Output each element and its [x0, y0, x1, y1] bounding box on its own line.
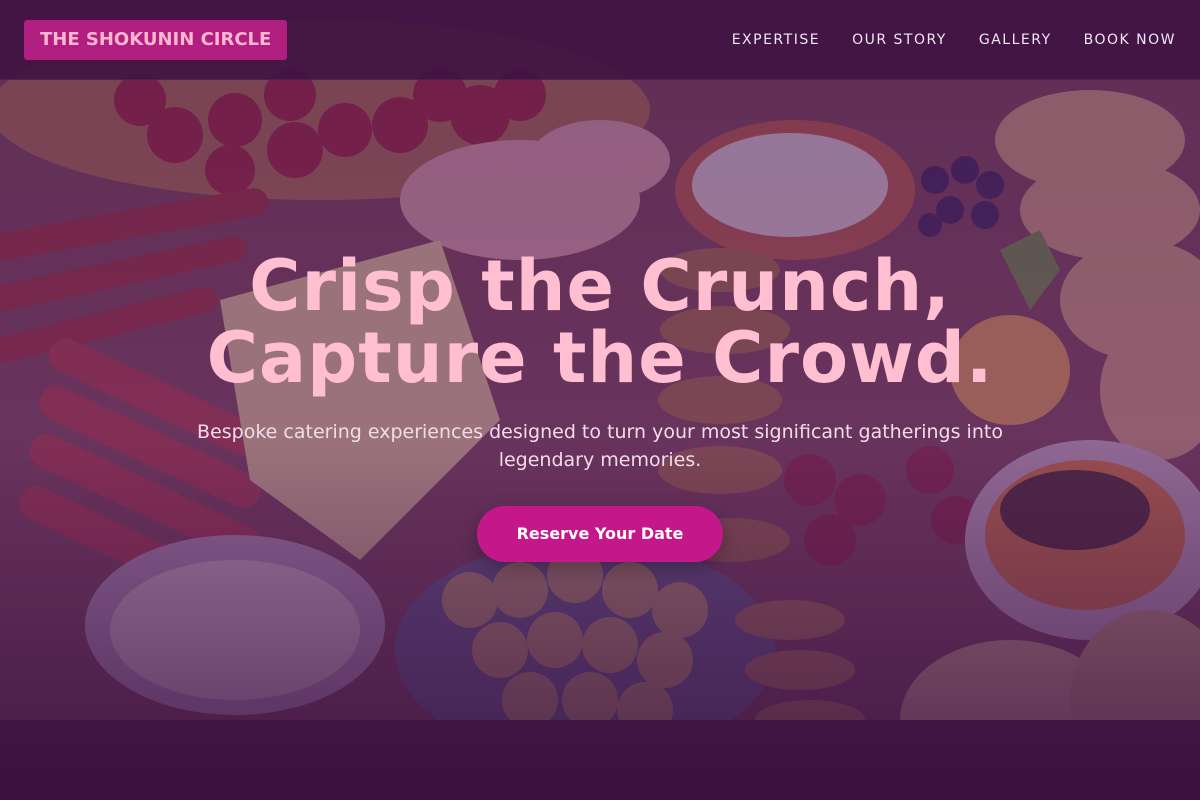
site-header: THE SHOKUNIN CIRCLE EXPERTISE OUR STORY …: [0, 0, 1200, 80]
page: THE SHOKUNIN CIRCLE EXPERTISE OUR STORY …: [0, 0, 1200, 800]
hero-headline-line-1: Crisp the Crunch,: [249, 245, 951, 327]
hero-subtitle: Bespoke catering experiences designed to…: [197, 421, 1003, 471]
nav-link-book-now[interactable]: BOOK NOW: [1084, 32, 1176, 48]
nav-link-expertise[interactable]: EXPERTISE: [732, 32, 820, 48]
brand-logo[interactable]: THE SHOKUNIN CIRCLE: [24, 20, 288, 60]
hero-section: Crisp the Crunch, Capture the Crowd. Bes…: [0, 250, 1200, 562]
nav-link-gallery[interactable]: GALLERY: [979, 32, 1052, 48]
main-navigation: EXPERTISE OUR STORY GALLERY BOOK NOW: [732, 0, 1176, 80]
reserve-date-button[interactable]: Reserve Your Date: [477, 506, 723, 562]
hero-headline: Crisp the Crunch, Capture the Crowd.: [0, 250, 1200, 394]
nav-link-our-story[interactable]: OUR STORY: [852, 32, 947, 48]
hero-headline-line-2: Capture the Crowd.: [206, 317, 994, 399]
